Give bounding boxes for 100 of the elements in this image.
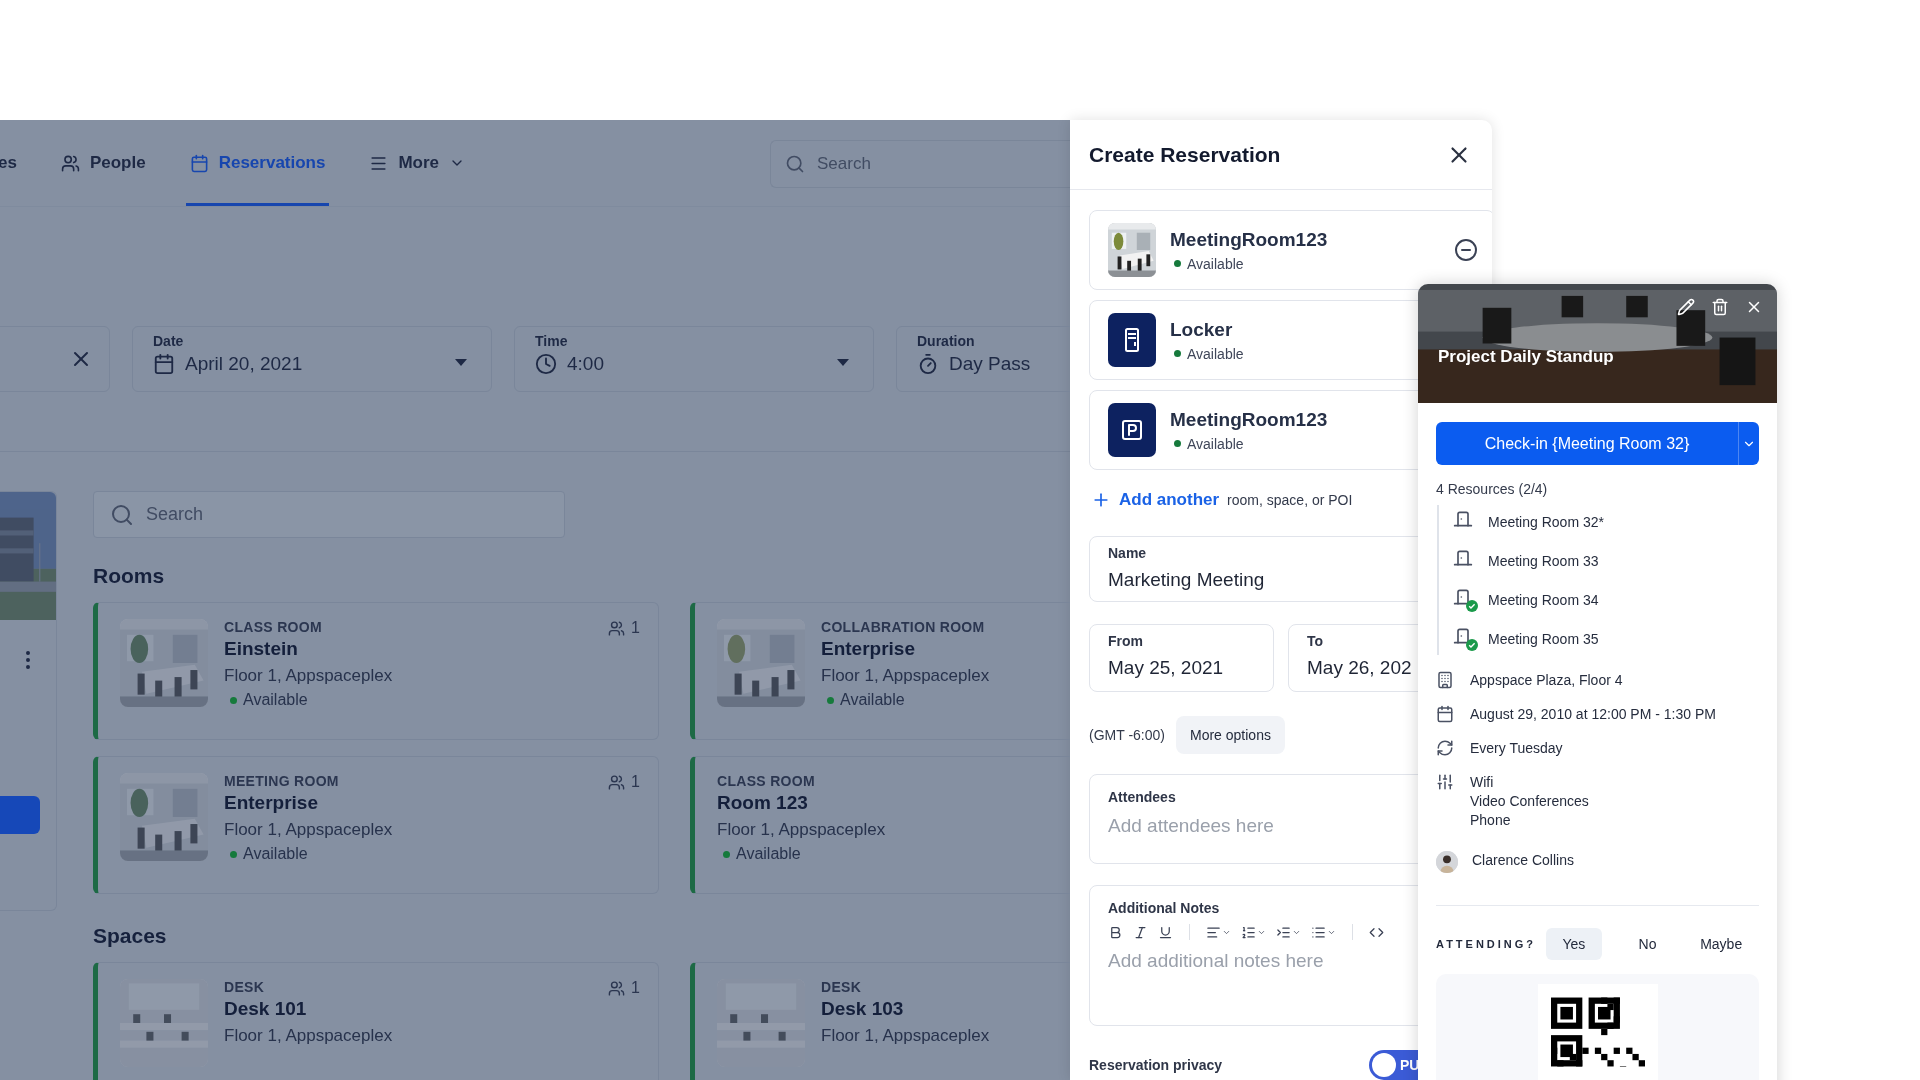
resource-name: MeetingRoom123 xyxy=(1170,228,1329,251)
chevron-icon[interactable] xyxy=(1739,422,1759,465)
room-location: Floor 1, Appspaceplex xyxy=(224,1026,393,1046)
room-location: Floor 1, Appspaceplex xyxy=(821,1026,990,1046)
room-name: Einstein xyxy=(224,638,299,660)
detail-text: Appspace Plaza, Floor 4 xyxy=(1470,671,1623,689)
timezone-label: (GMT -6:00) xyxy=(1089,727,1165,743)
privacy-label: Reservation privacy xyxy=(1089,1057,1223,1073)
field-label: Date xyxy=(153,333,185,349)
indent-icon[interactable] xyxy=(1276,924,1301,940)
repeat-icon xyxy=(1436,739,1456,757)
field-label: From xyxy=(1108,633,1144,649)
field-value: May 26, 202 xyxy=(1307,657,1412,679)
status-text: Available xyxy=(243,691,308,709)
add-another-link[interactable]: Add another xyxy=(1091,490,1220,510)
room-category: DESK xyxy=(821,979,863,995)
trash-icon[interactable] xyxy=(1711,298,1729,316)
status-dot xyxy=(1174,350,1181,357)
parking-icon xyxy=(1120,418,1144,442)
align-icon[interactable] xyxy=(1206,924,1231,940)
caret-icon xyxy=(455,359,467,366)
room-category: CLASS ROOM xyxy=(224,619,323,635)
drawer-title: Create Reservation xyxy=(1089,142,1281,167)
remove-icon[interactable] xyxy=(1454,238,1478,262)
numbered-list-icon[interactable] xyxy=(1241,924,1266,940)
status-text: Available xyxy=(840,691,905,709)
field-label: Name xyxy=(1108,545,1148,561)
capacity-count: 1 xyxy=(631,773,640,791)
timer-icon xyxy=(917,353,939,375)
status-text: Available xyxy=(1187,435,1244,452)
status-text: Available xyxy=(243,845,308,863)
status-dot xyxy=(723,850,730,858)
status-dot xyxy=(230,850,237,858)
field-label: Time xyxy=(535,333,569,349)
status-text: Available xyxy=(1187,255,1244,272)
attending-option[interactable]: No xyxy=(1619,928,1676,960)
underline-icon[interactable] xyxy=(1158,924,1173,940)
bullet-list-icon[interactable] xyxy=(1311,924,1336,940)
nav-tab[interactable]: People xyxy=(56,120,150,206)
calendar-icon xyxy=(1436,705,1456,723)
search-icon xyxy=(110,502,134,527)
section-title: Spaces xyxy=(93,924,168,948)
nav-tab[interactable]: Reservations xyxy=(185,120,330,206)
resource-name: Meeting Room 35 xyxy=(1488,630,1599,647)
detail-text: Wifi xyxy=(1470,773,1495,791)
filter-field[interactable]: Date April 20, 2021 xyxy=(132,326,492,392)
calendar-icon xyxy=(153,353,175,375)
resources-heading: 4 Resources (2/4) xyxy=(1436,481,1549,497)
attending-option[interactable]: Maybe xyxy=(1693,928,1749,960)
room-card[interactable]: DESK Desk 101 Floor 1, Appspaceplex 1 xyxy=(93,962,659,1080)
calendar-icon xyxy=(189,153,209,173)
status-dot xyxy=(827,696,834,704)
status-text: Available xyxy=(1187,345,1244,362)
attending-option[interactable]: Yes xyxy=(1546,928,1602,960)
people-icon xyxy=(60,153,80,173)
search-icon xyxy=(785,154,805,174)
date-field[interactable]: From May 25, 2021 xyxy=(1089,624,1274,692)
room-card[interactable]: CLASS ROOM Einstein Floor 1, Appspaceplex Available 1 xyxy=(93,602,659,740)
resource-name: Locker xyxy=(1170,318,1234,341)
room-location: Floor 1, Appspaceplex xyxy=(224,666,393,686)
field-label: To xyxy=(1307,633,1325,649)
room-name: Enterprise xyxy=(821,638,916,660)
filter-field[interactable]: Time 4:00 xyxy=(514,326,874,392)
field-value: April 20, 2021 xyxy=(185,353,303,375)
field-value: 4:00 xyxy=(567,353,604,375)
room-name: Enterprise xyxy=(224,792,319,814)
event-title: Project Daily Standup xyxy=(1438,347,1614,367)
detail-text: Every Tuesday xyxy=(1470,739,1563,757)
italic-icon[interactable] xyxy=(1133,924,1148,940)
field-value: May 25, 2021 xyxy=(1108,657,1224,679)
more-options-button[interactable]: More options xyxy=(1176,716,1285,754)
field-placeholder: Add attendees here xyxy=(1108,815,1274,837)
field-value: Marketing Meeting xyxy=(1108,569,1265,591)
room-location: Floor 1, Appspaceplex xyxy=(821,666,990,686)
clock-icon xyxy=(535,353,557,375)
edit-icon[interactable] xyxy=(1677,298,1695,316)
capacity-count: 1 xyxy=(631,979,640,997)
field-value: Day Pass xyxy=(949,353,1031,375)
search-field[interactable]: Search xyxy=(93,491,565,538)
bold-icon[interactable] xyxy=(1108,924,1123,940)
field-placeholder: Add additional notes here xyxy=(1108,950,1324,972)
status-dot xyxy=(230,696,237,704)
caret-icon xyxy=(837,359,849,366)
field-label: Duration xyxy=(917,333,976,349)
status-text: Available xyxy=(736,845,801,863)
search-field[interactable]: Search xyxy=(770,140,1070,188)
nav-tab[interactable]: More xyxy=(365,120,470,206)
room-name: Desk 101 xyxy=(224,998,308,1020)
check-in-button[interactable]: Check-in {Meeting Room 32} xyxy=(1436,422,1739,465)
room-category: CLASS ROOM xyxy=(717,773,816,789)
detail-text: August 29, 2010 at 12:00 PM - 1:30 PM xyxy=(1470,705,1716,723)
add-hint: room, space, or POI xyxy=(1227,492,1353,508)
status-dot xyxy=(1174,260,1181,267)
room-category: DESK xyxy=(224,979,266,995)
field-label: Additional Notes xyxy=(1108,900,1221,916)
people-icon xyxy=(608,979,626,997)
room-card[interactable]: MEETING ROOM Enterprise Floor 1, Appspaceplex Available 1 xyxy=(93,756,659,894)
resource-name: Meeting Room 32* xyxy=(1488,513,1604,530)
room-location: Floor 1, Appspaceplex xyxy=(224,820,393,840)
people-icon xyxy=(608,773,626,791)
